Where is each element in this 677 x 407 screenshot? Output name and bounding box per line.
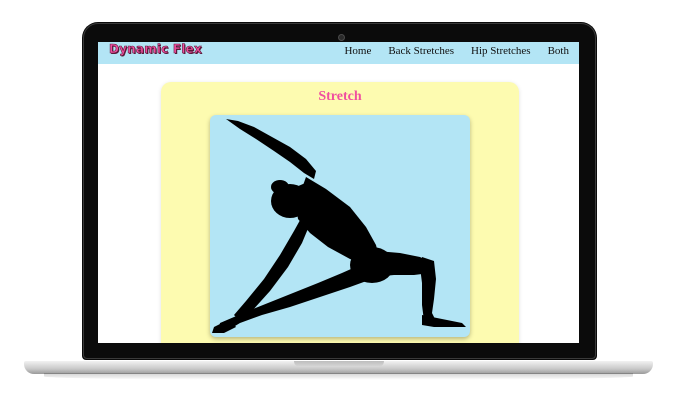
top-navbar: Dynamic Flex Home Back Stretches Hip Str…	[98, 42, 579, 64]
stretch-card: Stretch	[161, 82, 519, 343]
nav-link-back-stretches[interactable]: Back Stretches	[388, 45, 454, 57]
nav-link-home[interactable]: Home	[344, 45, 371, 57]
nav-menu: Home Back Stretches Hip Stretches Both	[344, 45, 569, 57]
laptop-shadow	[44, 373, 633, 380]
card-title: Stretch	[318, 89, 362, 104]
site-logo[interactable]: Dynamic Flex	[109, 42, 202, 56]
nav-link-hip-stretches[interactable]: Hip Stretches	[471, 45, 531, 57]
laptop-opening-notch	[294, 361, 384, 367]
browser-viewport: Dynamic Flex Home Back Stretches Hip Str…	[98, 42, 579, 343]
webcam-icon	[338, 34, 345, 41]
yoga-silhouette-icon	[212, 119, 466, 333]
stretch-image	[210, 115, 470, 337]
nav-link-both[interactable]: Both	[548, 45, 569, 57]
